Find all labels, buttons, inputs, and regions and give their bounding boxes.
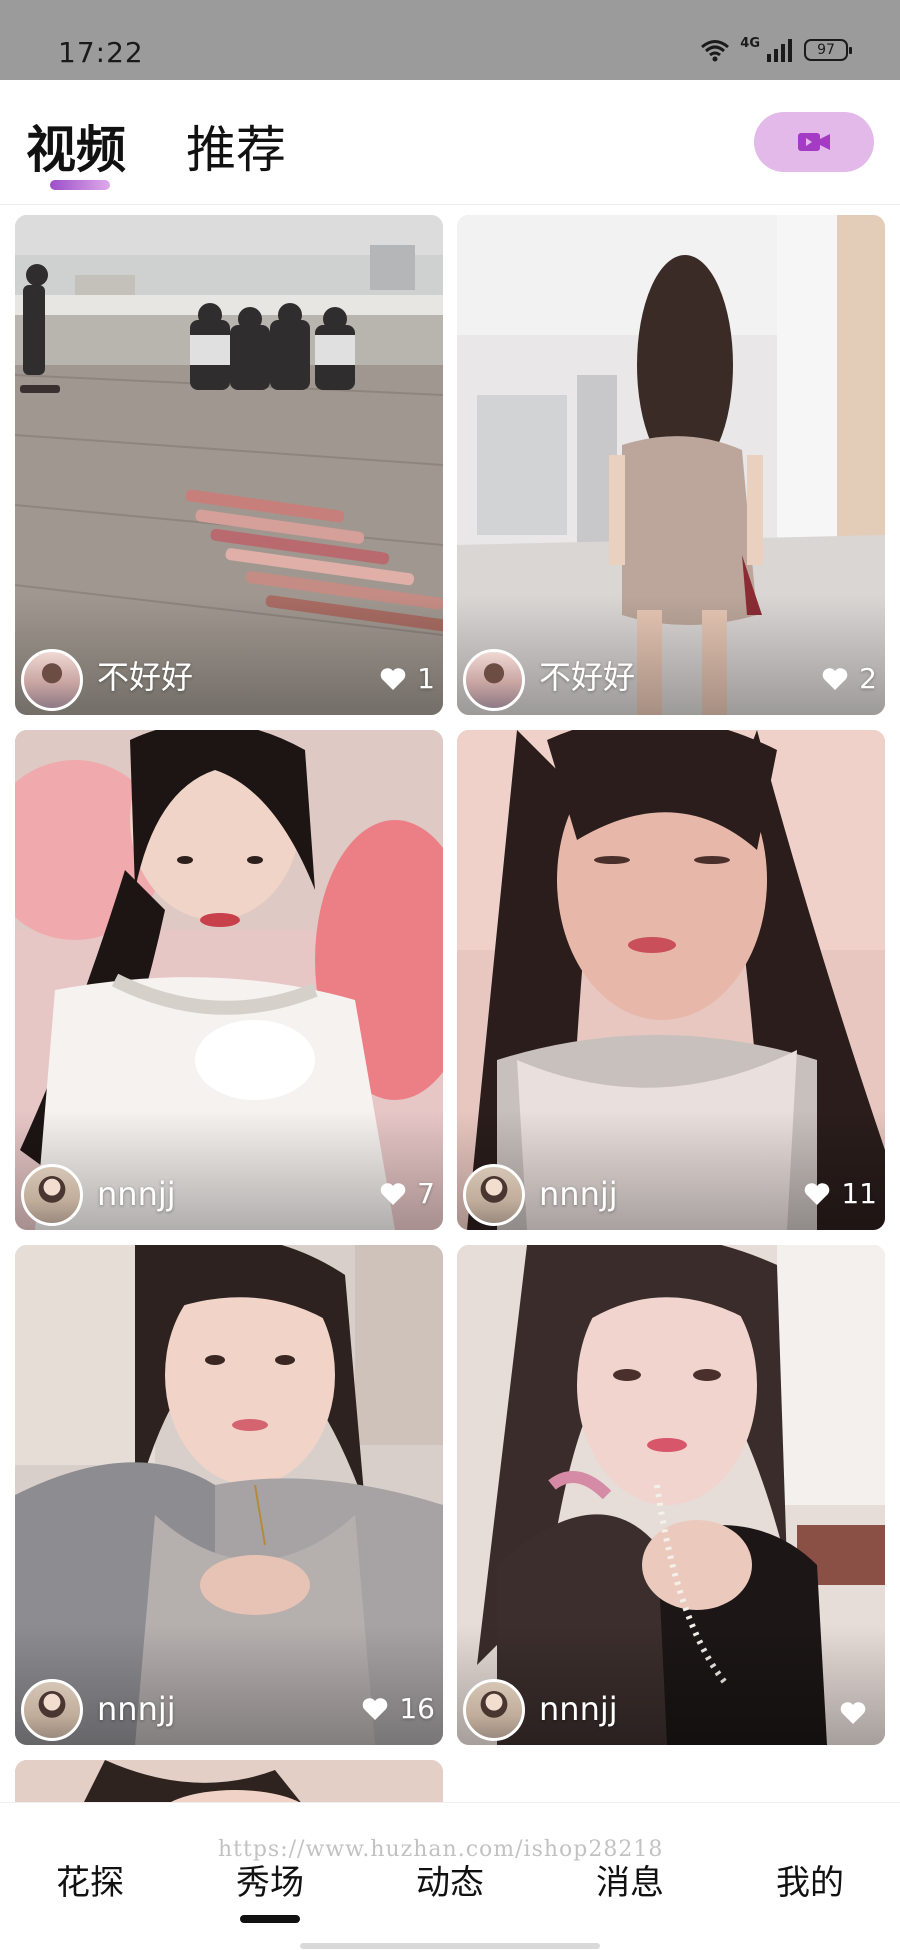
nav-item-showroom[interactable]: 秀场 xyxy=(210,1855,330,1904)
status-icons: 4G 97 xyxy=(700,35,852,62)
heart-icon xyxy=(380,667,406,690)
record-video-button[interactable] xyxy=(754,112,874,172)
home-indicator[interactable] xyxy=(300,1943,600,1949)
status-bar: 17:22 4G 97 xyxy=(0,0,900,80)
heart-icon xyxy=(363,1697,388,1720)
like-count[interactable]: 11 xyxy=(803,1177,877,1210)
username[interactable]: nnnjj xyxy=(539,1175,618,1213)
video-card[interactable]: nnnjj xyxy=(457,1245,885,1745)
like-number: 7 xyxy=(417,1177,435,1210)
nav-item-moments[interactable]: 动态 xyxy=(390,1855,510,1904)
user-avatar[interactable] xyxy=(21,649,83,711)
nav-item-messages[interactable]: 消息 xyxy=(570,1855,690,1904)
username[interactable]: 不好好 xyxy=(97,652,193,698)
heart-icon xyxy=(822,667,848,690)
video-card[interactable]: 不好好 2 xyxy=(457,215,885,715)
card-shade xyxy=(15,1625,443,1745)
like-count[interactable]: 2 xyxy=(821,662,877,695)
user-avatar[interactable] xyxy=(21,1164,83,1226)
like-number: 16 xyxy=(399,1692,435,1725)
username[interactable]: 不好好 xyxy=(539,652,635,698)
network-type: 4G xyxy=(740,35,760,51)
like-count[interactable] xyxy=(839,1701,877,1725)
video-card[interactable]: nnnjj 11 xyxy=(457,730,885,1230)
video-card[interactable]: nnnjj 16 xyxy=(15,1245,443,1745)
battery-level: 97 xyxy=(817,42,835,58)
like-count[interactable]: 1 xyxy=(379,662,435,695)
active-tab-indicator xyxy=(50,180,110,190)
like-count[interactable]: 7 xyxy=(379,1177,435,1210)
user-avatar[interactable] xyxy=(463,1679,525,1741)
like-count[interactable]: 16 xyxy=(361,1692,435,1725)
user-avatar[interactable] xyxy=(463,1164,525,1226)
tab-video[interactable]: 视频 xyxy=(26,110,126,182)
active-nav-indicator xyxy=(240,1915,300,1923)
heart-icon xyxy=(380,1182,406,1205)
video-thumbnail xyxy=(15,1760,443,1802)
video-feed: 不好好 1 不好好 2 nnnjj 7 nnnjj 11 nnnjj 16 nn… xyxy=(0,206,900,1802)
user-avatar[interactable] xyxy=(463,649,525,711)
card-shade xyxy=(457,1625,885,1745)
username[interactable]: nnnjj xyxy=(97,1690,176,1728)
username[interactable]: nnnjj xyxy=(539,1690,618,1728)
card-shade xyxy=(15,595,443,715)
card-shade xyxy=(15,1110,443,1230)
bottom-nav: https://www.huzhan.com/ishop28218 花探 秀场 … xyxy=(0,1802,900,1950)
nav-item-me[interactable]: 我的 xyxy=(750,1855,870,1904)
like-number: 2 xyxy=(859,662,877,695)
battery-icon: 97 xyxy=(804,39,852,61)
wifi-icon xyxy=(701,40,730,62)
video-card[interactable]: 不好好 1 xyxy=(15,215,443,715)
heart-icon xyxy=(840,1702,866,1724)
heart-icon xyxy=(805,1182,830,1205)
card-shade xyxy=(457,595,885,715)
username[interactable]: nnnjj xyxy=(97,1175,176,1213)
status-time: 17:22 xyxy=(58,36,144,69)
like-number: 1 xyxy=(417,662,435,695)
nav-item-huatan[interactable]: 花探 xyxy=(30,1855,150,1904)
video-card[interactable] xyxy=(15,1760,443,1802)
video-camera-icon xyxy=(798,133,830,151)
card-shade xyxy=(457,1110,885,1230)
signal-icon xyxy=(767,39,792,62)
tab-recommend[interactable]: 推荐 xyxy=(186,110,286,182)
top-header: 视频 推荐 xyxy=(0,80,900,205)
like-number: 11 xyxy=(841,1177,877,1210)
user-avatar[interactable] xyxy=(21,1679,83,1741)
video-card[interactable]: nnnjj 7 xyxy=(15,730,443,1230)
